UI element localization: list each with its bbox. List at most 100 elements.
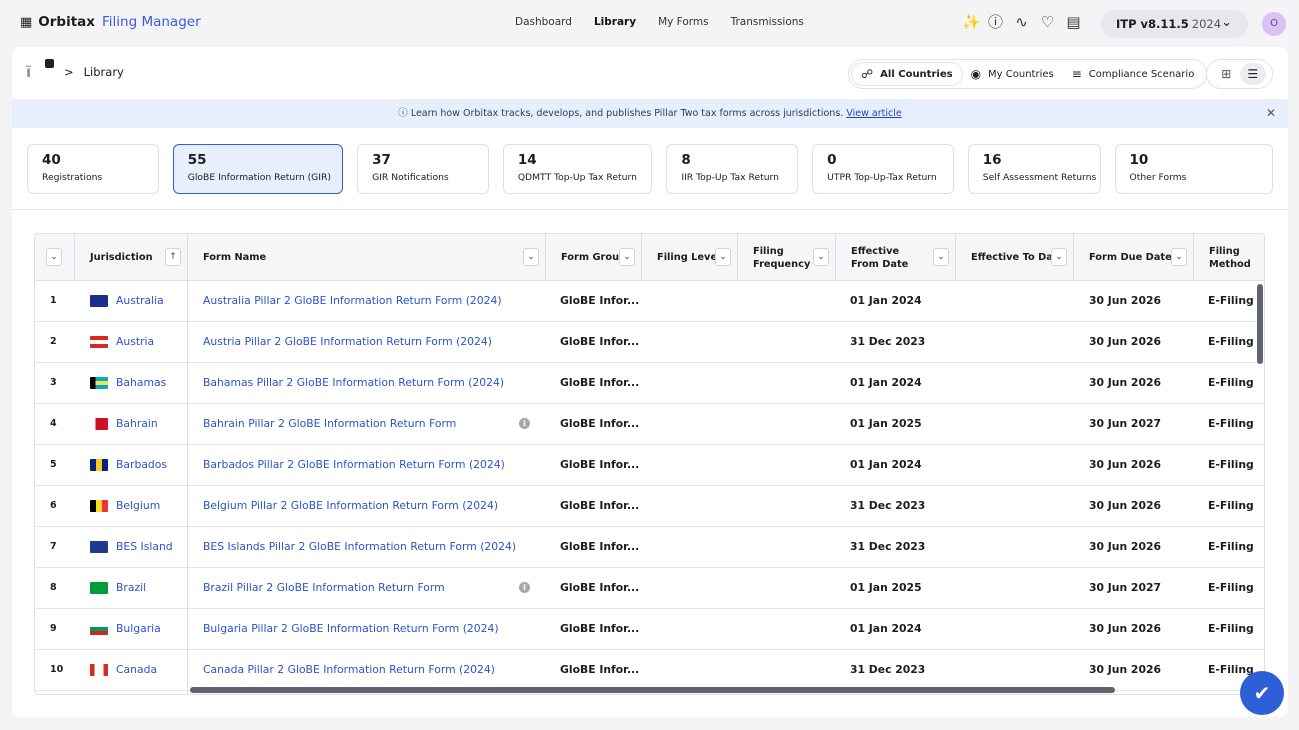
form-name-link[interactable]: Bahamas Pillar 2 GloBE Information Retur… [203, 363, 533, 403]
table-row[interactable]: 5 Barbados Barbados Pillar 2 GloBE Informa… [35, 445, 1264, 486]
stat-globe-information-return[interactable]: 55 GloBE Information Return (GIR) [172, 144, 344, 194]
table-row[interactable]: 4 Bahrain Bahrain Pillar 2 GloBE Informati… [35, 404, 1264, 445]
effective-from-cell: 01 Jan 2024 [850, 458, 922, 471]
stat-qdmtt-return[interactable]: 14 QDMTT Top-Up Tax Return [502, 144, 653, 194]
chevron-down-icon[interactable]: ⌄ [619, 248, 635, 266]
sort-up-icon[interactable]: ↑ [165, 248, 181, 266]
form-group-cell: GloBE Infor... [560, 663, 640, 676]
bell-icon[interactable]: ♡ [1040, 12, 1055, 32]
app-brand[interactable]: ▦ Orbitax Filing Manager [20, 14, 201, 30]
jurisdiction-link[interactable]: Barbados [90, 445, 167, 485]
table-row[interactable]: 2 Austria Austria Pillar 2 GloBE Informati… [35, 322, 1264, 363]
scope-compliance-scenario[interactable]: ≡ Compliance Scenario [1063, 63, 1204, 85]
flag-icon [90, 623, 108, 635]
apps-grid-icon[interactable]: ▦ [20, 15, 32, 30]
close-icon[interactable]: ✕ [1266, 99, 1276, 128]
form-name-link[interactable]: Bahrain Pillar 2 GloBE Information Retur… [203, 404, 533, 444]
column-jurisdiction[interactable]: Jurisdiction ↑ [75, 234, 188, 281]
info-icon[interactable]: i [519, 582, 530, 593]
stat-iir-return[interactable]: 8 IIR Top-Up Tax Return [666, 144, 799, 194]
form-name-link[interactable]: Barbados Pillar 2 GloBE Information Retu… [203, 445, 533, 485]
avatar[interactable]: O [1262, 12, 1286, 36]
chat-icon[interactable]: ▤ [1066, 12, 1081, 32]
column-form-due-date[interactable]: Form Due Date ⌄ [1074, 234, 1194, 281]
scope-my-countries[interactable]: ◉ My Countries [962, 63, 1063, 85]
chevron-down-icon[interactable]: ⌄ [523, 248, 539, 266]
chevron-down-icon[interactable]: ⌄ [715, 248, 731, 266]
table-row[interactable]: 3 Bahamas Bahamas Pillar 2 GloBE Informati… [35, 363, 1264, 404]
jurisdiction-link[interactable]: Canada [90, 650, 157, 690]
scope-all-countries[interactable]: ☍ All Countries [852, 63, 962, 85]
column-effective-to[interactable]: Effective To Date ⌄ [956, 234, 1074, 281]
effective-from-cell: 31 Dec 2023 [850, 663, 926, 676]
column-filing-frequency[interactable]: Filing Frequency ⌄ [738, 234, 836, 281]
nav-my-forms[interactable]: My Forms [658, 16, 709, 28]
jurisdiction-link[interactable]: Brazil [90, 568, 146, 608]
jurisdiction-link[interactable]: Belgium [90, 486, 160, 526]
table-row[interactable]: 6 Belgium Belgium Pillar 2 GloBE Informati… [35, 486, 1264, 527]
form-name-link[interactable]: Bulgaria Pillar 2 GloBE Information Retu… [203, 609, 533, 649]
chevron-down-icon[interactable]: ⌄ [813, 248, 829, 266]
stat-gir-notifications[interactable]: 37 GIR Notifications [357, 144, 489, 194]
library-logo-icon[interactable]: ĩ [26, 59, 54, 83]
chevron-down-icon: ⌄ [1221, 15, 1232, 30]
column-form-name[interactable]: Form Name ⌄ [188, 234, 546, 281]
jurisdiction-link[interactable]: BES Island [90, 527, 173, 567]
form-name-link[interactable]: Belgium Pillar 2 GloBE Information Retur… [203, 486, 533, 526]
chevron-down-icon[interactable]: ⌄ [1171, 248, 1187, 266]
column-filing-level[interactable]: Filing Level ⌄ [642, 234, 738, 281]
jurisdiction-link[interactable]: Bahrain [90, 404, 158, 444]
jurisdiction-link[interactable]: Bahamas [90, 363, 166, 403]
chevron-down-icon[interactable]: ⌄ [1051, 248, 1067, 266]
info-banner: ⓘ Learn how Orbitax tracks, develops, an… [12, 99, 1288, 128]
table-row[interactable]: 9 Bulgaria Bulgaria Pillar 2 GloBE Informa… [35, 609, 1264, 650]
info-icon: ⓘ [398, 108, 408, 119]
form-name-link[interactable]: Australia Pillar 2 GloBE Information Ret… [203, 281, 533, 321]
sparkle-icon[interactable]: ✨ [962, 12, 981, 32]
version-selector[interactable]: ITP v8.11.5 2024 ⌄ [1101, 10, 1248, 38]
column-label: Effective From Date [851, 245, 909, 270]
filing-method-cell: E-Filing (F [1208, 335, 1254, 348]
due-date-cell: 30 Jun 2026 [1089, 540, 1161, 553]
help-chat-button[interactable]: ✔ [1240, 671, 1284, 715]
activity-icon[interactable]: ∿ [1014, 12, 1029, 32]
column-effective-from[interactable]: Effective From Date ⌄ [836, 234, 956, 281]
stat-utpr-return[interactable]: 0 UTPR Top-Up-Tax Return [812, 144, 954, 194]
info-icon[interactable]: i [519, 418, 530, 429]
stat-label: GIR Notifications [372, 172, 449, 183]
table-row[interactable]: 10 Canada Canada Pillar 2 GloBE Informatio… [35, 650, 1264, 691]
column-filing-method[interactable]: Filing Method [1194, 234, 1264, 281]
nav-library[interactable]: Library [594, 16, 636, 28]
chevron-down-icon[interactable]: ⌄ [933, 248, 949, 266]
effective-from-cell: 31 Dec 2023 [850, 335, 926, 348]
form-name-link[interactable]: BES Islands Pillar 2 GloBE Information R… [203, 527, 533, 567]
stat-self-assessment[interactable]: 16 Self Assessment Returns [967, 144, 1101, 194]
view-article-link[interactable]: View article [846, 108, 901, 119]
jurisdiction-link[interactable]: Austria [90, 322, 154, 362]
form-name-link[interactable]: Brazil Pillar 2 GloBE Information Return… [203, 568, 533, 608]
grid-view-icon[interactable]: ⊞ [1213, 63, 1239, 85]
stat-other-forms[interactable]: 10 Other Forms [1114, 144, 1273, 194]
due-date-cell: 30 Jun 2027 [1089, 581, 1161, 594]
nav-transmissions[interactable]: Transmissions [731, 16, 804, 28]
due-date-cell: 30 Jun 2026 [1089, 499, 1161, 512]
form-name-link[interactable]: Canada Pillar 2 GloBE Information Return… [203, 650, 533, 690]
column-form-group[interactable]: Form Group ⌄ [546, 234, 642, 281]
jurisdiction-link[interactable]: Australia [90, 281, 164, 321]
table-row[interactable]: 7 BES Island BES Islands Pillar 2 GloBE In… [35, 527, 1264, 568]
jurisdiction-link[interactable]: Bulgaria [90, 609, 161, 649]
vertical-scrollbar[interactable] [1257, 284, 1263, 364]
chevron-down-icon[interactable]: ⌄ [46, 248, 62, 266]
info-icon[interactable]: ⓘ [988, 12, 1003, 32]
list-view-icon[interactable]: ☰ [1239, 63, 1266, 85]
help-chat-icon: ✔ [1253, 681, 1271, 705]
horizontal-scrollbar[interactable] [190, 687, 1115, 693]
frozen-column-divider [187, 281, 188, 694]
form-name-link[interactable]: Austria Pillar 2 GloBE Information Retur… [203, 322, 533, 362]
stat-count: 10 [1129, 152, 1149, 168]
table-row[interactable]: 8 Brazil Brazil Pillar 2 GloBE Information… [35, 568, 1264, 609]
table-row[interactable]: 1 Australia Australia Pillar 2 GloBE Infor… [35, 281, 1264, 322]
stat-registrations[interactable]: 40 Registrations [27, 144, 159, 194]
filing-method-cell: E-Filing (N [1208, 417, 1254, 430]
nav-dashboard[interactable]: Dashboard [515, 16, 572, 28]
